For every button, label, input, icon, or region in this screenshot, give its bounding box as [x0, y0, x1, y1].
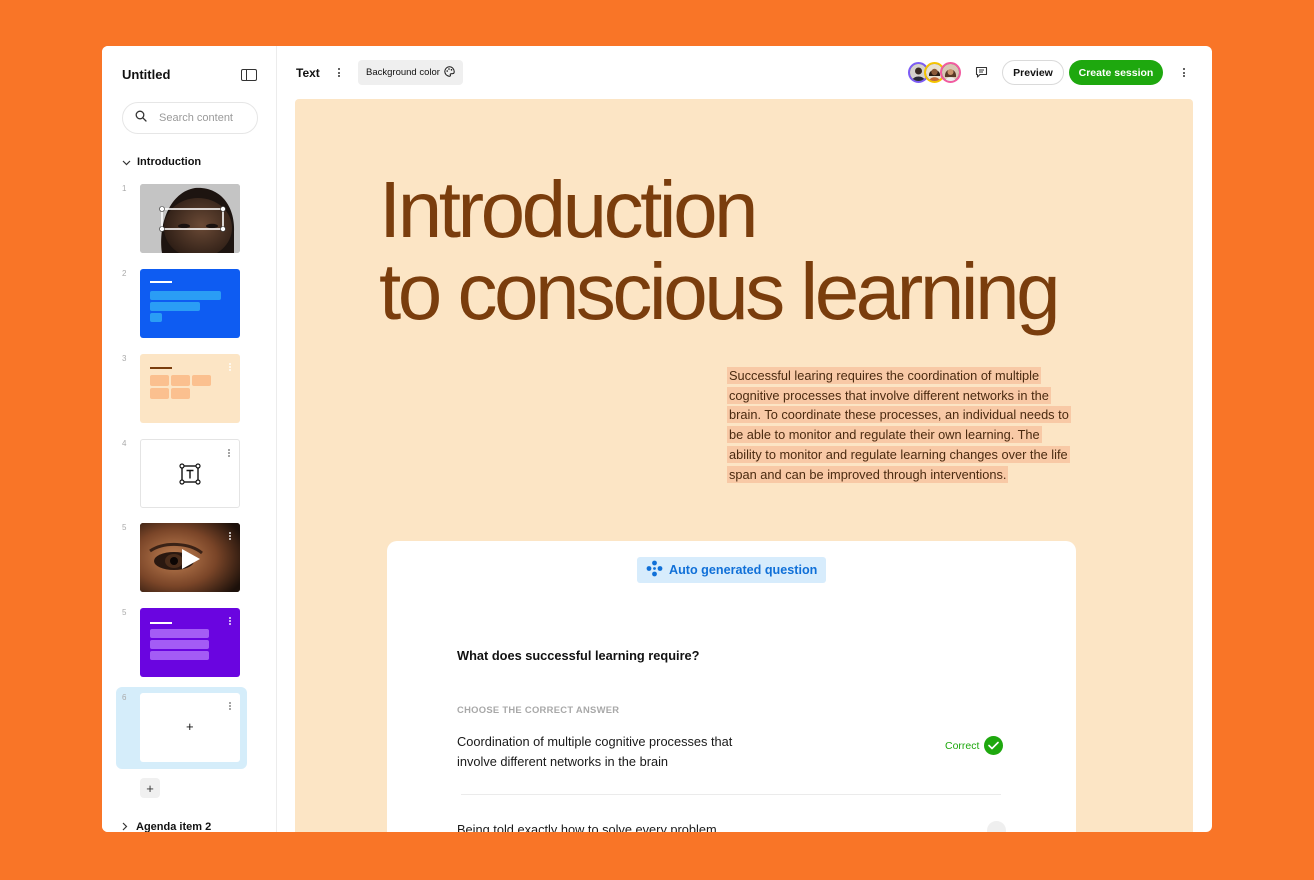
- thumbnail-title-line: [150, 622, 172, 624]
- sparkle-icon: [646, 560, 669, 580]
- thumbnail-block: [192, 375, 211, 386]
- plus-icon[interactable]: +: [186, 719, 194, 734]
- collaborator-avatars[interactable]: [908, 62, 962, 83]
- answer-option-2[interactable]: Being told exactly how to solve every pr…: [457, 822, 717, 832]
- highlighted-text: Successful learing requires the coordina…: [727, 367, 1071, 483]
- slide-thumbnail-peach[interactable]: [140, 354, 240, 423]
- slide-thumbnail-blue[interactable]: [140, 269, 240, 338]
- thumbnail-block: [150, 302, 200, 311]
- play-icon[interactable]: [182, 549, 200, 574]
- thumbnail-block: [150, 375, 169, 386]
- document-title[interactable]: Untitled: [122, 67, 170, 82]
- block-type-label: Text: [296, 66, 320, 80]
- thumbnail-title-line: [150, 281, 172, 283]
- more-vertical-icon[interactable]: [229, 617, 231, 625]
- comment-icon[interactable]: [975, 66, 988, 84]
- chevron-down-icon: [122, 153, 131, 171]
- answer-option-2-radio[interactable]: [987, 821, 1006, 832]
- search-icon: [135, 109, 147, 127]
- check-icon: [984, 736, 1004, 755]
- more-vertical-icon[interactable]: [1183, 68, 1185, 77]
- slide-number: 5: [122, 523, 127, 532]
- correct-indicator: Correct: [945, 736, 1004, 755]
- background-color-label: Background color: [366, 67, 440, 78]
- slide-canvas[interactable]: Introduction to conscious learning Succe…: [295, 99, 1193, 832]
- slide-item[interactable]: 1: [116, 184, 248, 254]
- portrait-image: [140, 184, 240, 253]
- slide-item[interactable]: 3: [116, 354, 248, 424]
- thumbnail-block: [150, 651, 209, 660]
- slide-item-selected[interactable]: 6 +: [116, 693, 248, 763]
- thumbnail-block: [150, 388, 169, 399]
- thumbnail-block: [171, 375, 190, 386]
- slide-thumbnail-new[interactable]: +: [140, 693, 240, 762]
- app-window: Untitled Introduction 1: [102, 46, 1212, 832]
- slide-thumbnail-video[interactable]: [140, 523, 240, 592]
- more-vertical-icon[interactable]: [229, 702, 231, 710]
- slide-number: 5: [122, 608, 127, 617]
- thumbnail-block: [171, 388, 190, 399]
- agenda-item-label: Agenda item 2: [136, 821, 212, 832]
- headline-line-1: Introduction: [379, 165, 759, 254]
- more-vertical-icon[interactable]: [338, 68, 340, 77]
- question-text: What does successful learning require?: [457, 648, 700, 663]
- slide-thumbnail-purple[interactable]: [140, 608, 240, 677]
- chevron-right-icon: [122, 818, 128, 832]
- thumbnail-block: [150, 313, 162, 322]
- slide-number: 1: [122, 184, 127, 193]
- slide-headline[interactable]: Introduction to conscious learning: [379, 165, 1061, 336]
- search-input[interactable]: [159, 112, 255, 124]
- panel-toggle-icon[interactable]: [241, 68, 257, 81]
- slide-number: 3: [122, 354, 127, 363]
- question-card[interactable]: Auto generated question What does succes…: [387, 541, 1076, 832]
- answer-instruction: CHOOSE THE CORRECT ANSWER: [457, 704, 620, 715]
- agenda-item-2-toggle[interactable]: Agenda item 2: [122, 818, 211, 832]
- palette-icon: [440, 65, 455, 80]
- slide-thumbnail-portrait[interactable]: [140, 184, 240, 253]
- slide-thumbnail-text[interactable]: [140, 439, 240, 508]
- slide-item[interactable]: 2: [116, 269, 248, 339]
- text-box-icon: [179, 463, 201, 490]
- thumbnail-block: [150, 640, 209, 649]
- correct-label: Correct: [945, 739, 980, 752]
- slide-number: 6: [122, 693, 127, 702]
- more-vertical-icon[interactable]: [229, 363, 231, 371]
- more-vertical-icon[interactable]: [229, 532, 231, 540]
- slide-body-text[interactable]: Successful learing requires the coordina…: [727, 366, 1073, 484]
- more-vertical-icon[interactable]: [228, 449, 230, 457]
- slide-item[interactable]: 4: [116, 439, 248, 509]
- answer-option-1[interactable]: Coordination of multiple cognitive proce…: [457, 732, 757, 771]
- auto-generated-question-badge[interactable]: Auto generated question: [637, 557, 827, 583]
- auto-badge-label: Auto generated question: [669, 563, 818, 577]
- thumbnail-title-line: [150, 367, 172, 369]
- background-color-button[interactable]: Background color: [358, 60, 463, 85]
- thumbnail-block: [150, 291, 221, 300]
- slide-number: 2: [122, 269, 127, 278]
- slide-number: 4: [122, 439, 127, 448]
- sidebar: Untitled Introduction 1: [102, 46, 277, 832]
- slide-item[interactable]: 5: [116, 608, 248, 678]
- avatar[interactable]: [940, 62, 961, 83]
- section-introduction-toggle[interactable]: Introduction: [122, 153, 201, 171]
- add-slide-button[interactable]: +: [140, 778, 160, 798]
- search-box[interactable]: [122, 102, 258, 134]
- thumbnail-block: [150, 629, 209, 638]
- create-session-button[interactable]: Create session: [1069, 60, 1163, 85]
- section-label: Introduction: [137, 156, 202, 168]
- answer-divider: [461, 794, 1001, 795]
- slide-item[interactable]: 5: [116, 523, 248, 593]
- headline-line-2: to conscious learning: [379, 247, 1061, 336]
- preview-button[interactable]: Preview: [1002, 60, 1064, 85]
